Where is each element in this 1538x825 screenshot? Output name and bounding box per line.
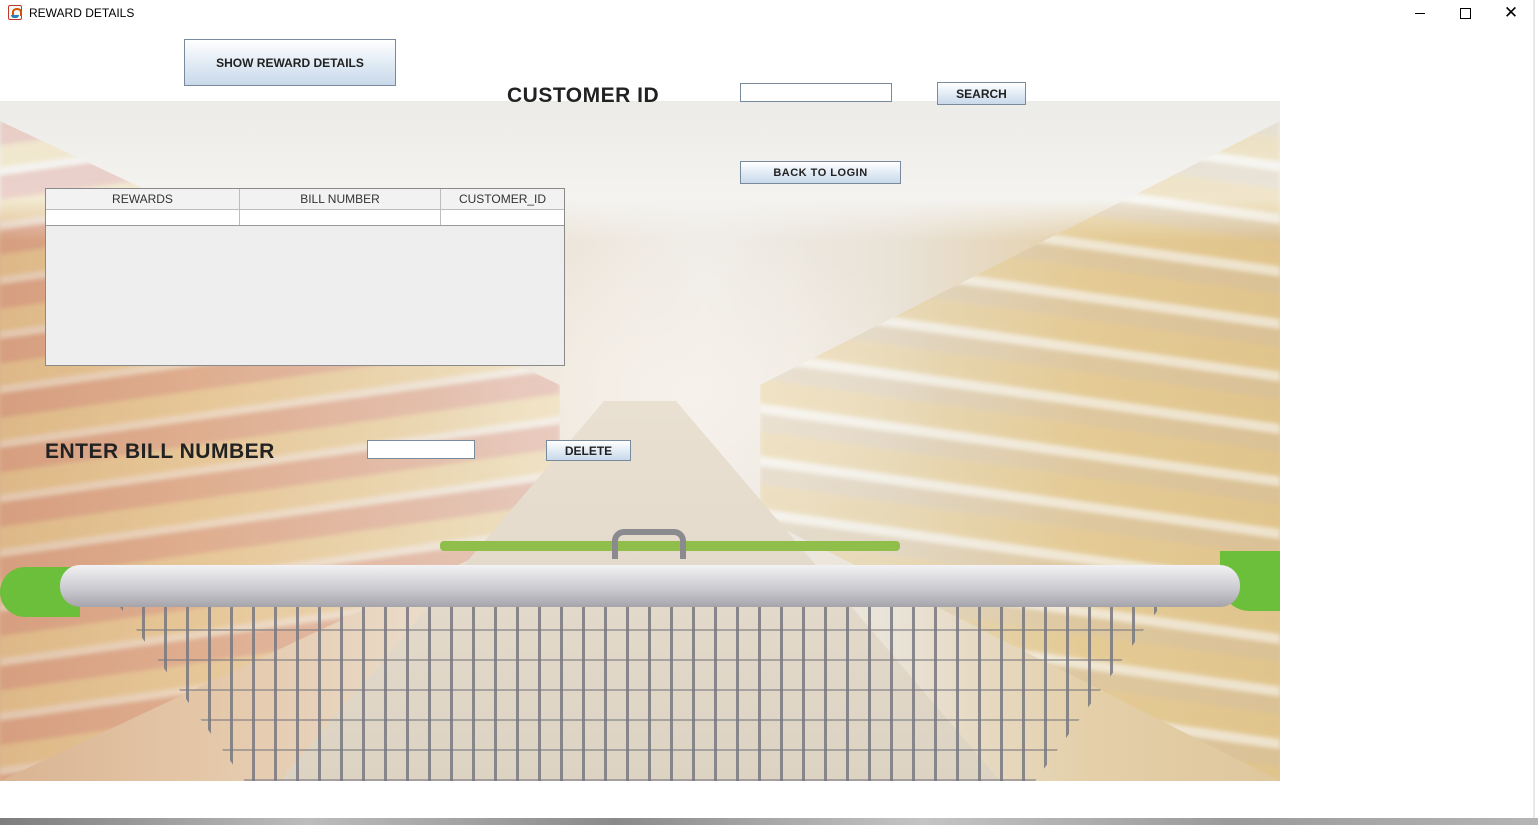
column-header-bill-number[interactable]: BILL NUMBER (240, 189, 441, 209)
cart-handle-bar (60, 565, 1240, 607)
customer-id-input[interactable] (740, 83, 892, 102)
table-cell-customer-id[interactable] (441, 210, 564, 225)
column-header-rewards[interactable]: REWARDS (46, 189, 240, 209)
delete-button[interactable]: DELETE (546, 440, 631, 461)
java-app-icon (8, 5, 22, 20)
bill-number-input[interactable] (367, 440, 475, 459)
title-bar: REWARD DETAILS ✕ (0, 0, 1532, 26)
minimize-icon (1415, 12, 1425, 14)
close-icon: ✕ (1503, 2, 1519, 23)
back-to-login-button[interactable]: BACK TO LOGIN (740, 161, 901, 184)
column-header-customer-id[interactable]: CUSTOMER_ID (441, 189, 564, 209)
maximize-icon (1459, 7, 1471, 19)
window-right-border (1533, 0, 1535, 820)
close-button[interactable]: ✕ (1488, 0, 1534, 26)
show-reward-details-button[interactable]: SHOW REWARD DETAILS (184, 39, 396, 86)
shopping-cart-image (0, 529, 1280, 781)
rewards-table[interactable]: REWARDS BILL NUMBER CUSTOMER_ID (45, 188, 565, 366)
cart-basket (120, 607, 1160, 781)
minimize-button[interactable] (1397, 0, 1443, 26)
table-row[interactable] (46, 210, 564, 226)
customer-id-label: CUSTOMER ID (507, 84, 660, 107)
cart-child-seat-handle (612, 529, 686, 559)
window-title: REWARD DETAILS (29, 6, 135, 20)
search-button[interactable]: SEARCH (937, 82, 1026, 105)
window-bottom-edge (0, 818, 1538, 825)
table-cell-rewards[interactable] (46, 210, 240, 225)
table-header: REWARDS BILL NUMBER CUSTOMER_ID (46, 189, 564, 210)
maximize-button[interactable] (1442, 0, 1488, 26)
enter-bill-number-label: ENTER BILL NUMBER (45, 440, 275, 463)
table-cell-bill-number[interactable] (240, 210, 441, 225)
